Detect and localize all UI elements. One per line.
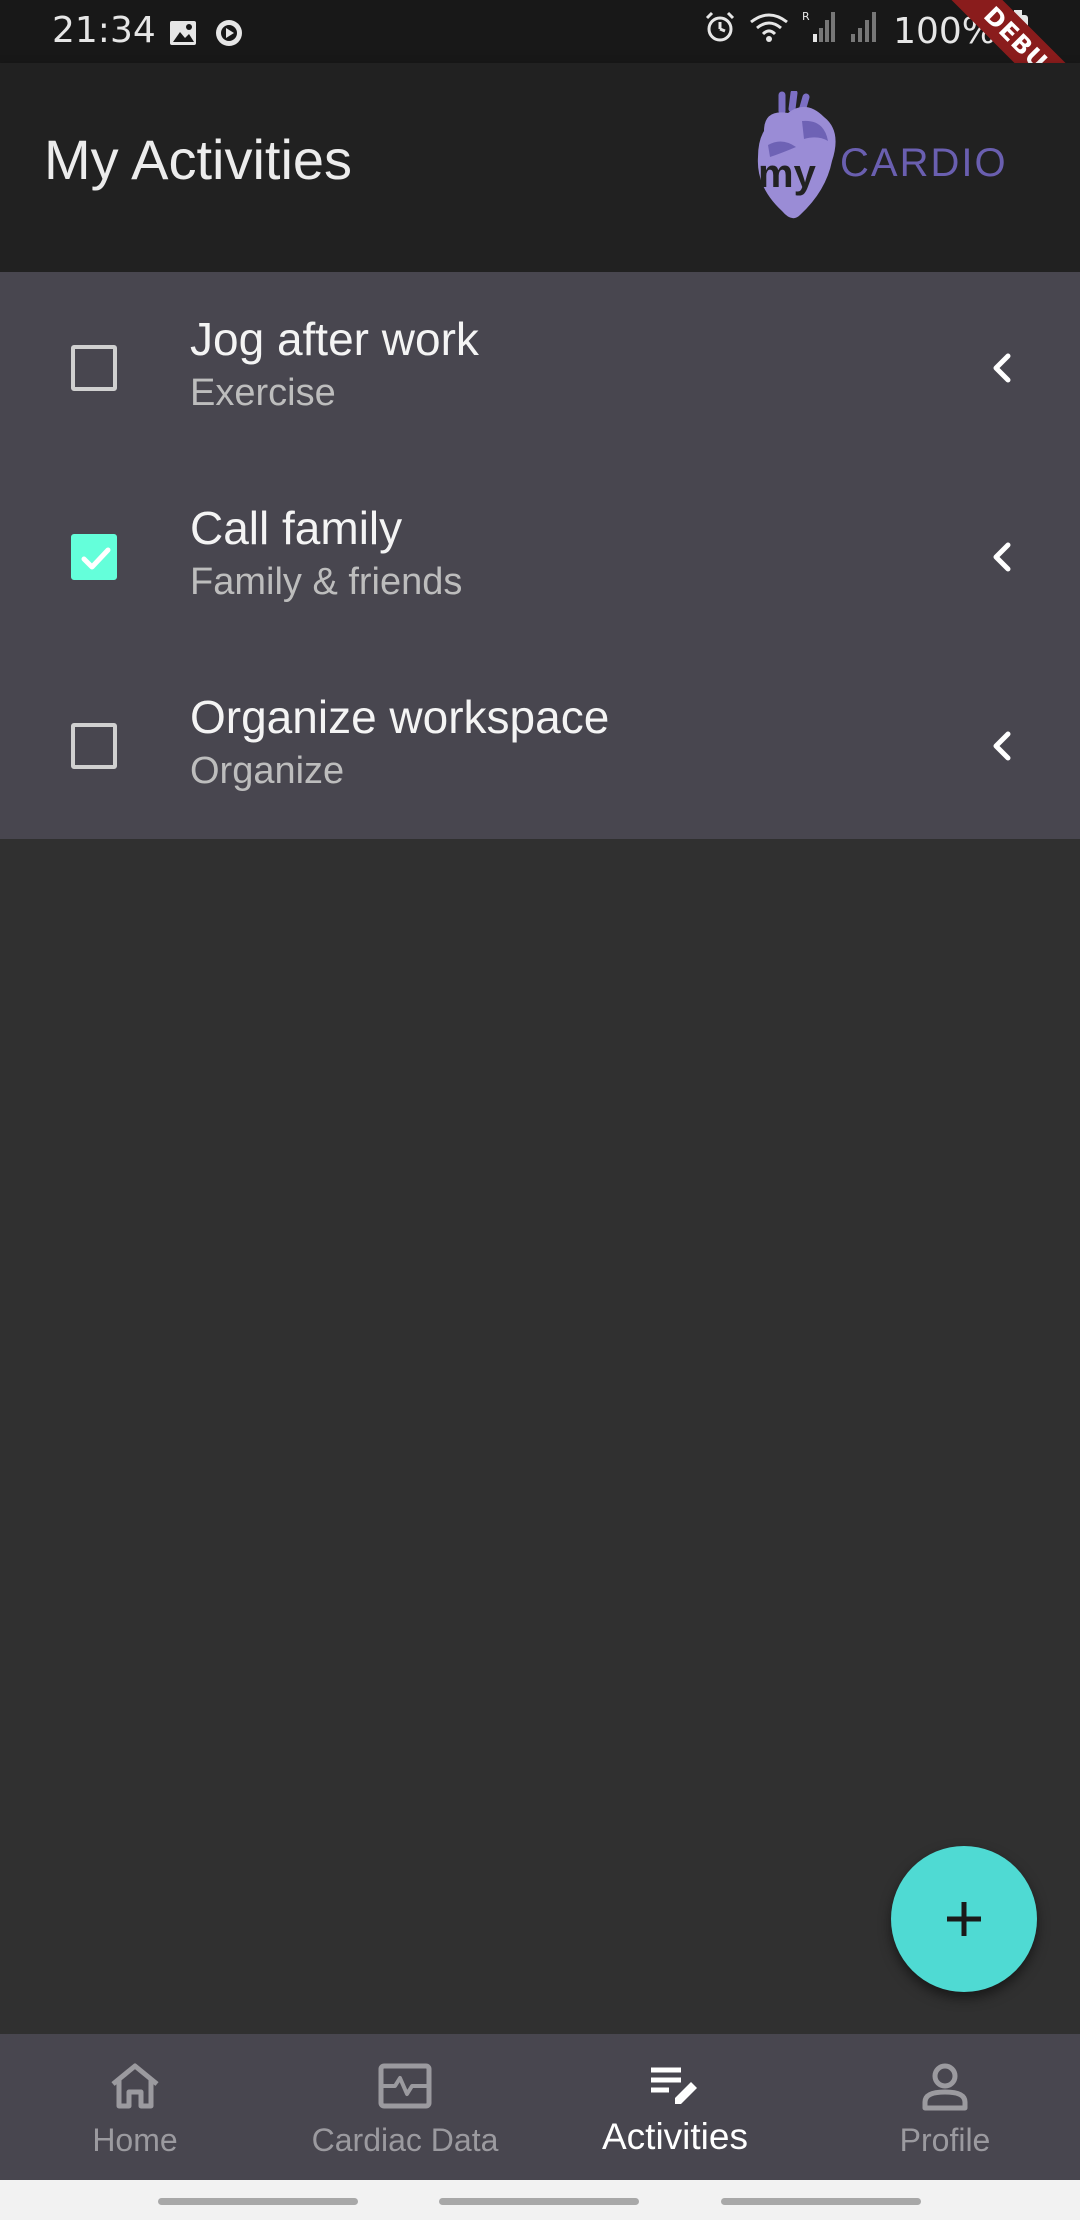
activity-checkbox[interactable] <box>71 345 117 391</box>
activity-category: Exercise <box>190 372 336 414</box>
person-icon <box>922 2063 968 2111</box>
status-notification-icons <box>168 16 244 57</box>
activity-checkbox[interactable] <box>71 534 117 580</box>
gesture-pill[interactable] <box>158 2198 358 2205</box>
wifi-icon <box>749 10 789 53</box>
chevron-left-icon[interactable] <box>982 537 1022 577</box>
app-bar: My Activities my CARDIO <box>0 63 1080 272</box>
add-activity-button[interactable] <box>891 1846 1037 1992</box>
status-time: 21:34 <box>52 10 156 51</box>
status-bar: 21:34 R 100% DEBUG <box>0 0 1080 141</box>
home-icon <box>111 2063 159 2109</box>
logo-name: CARDIO <box>840 141 1008 185</box>
nav-label-home: Home <box>92 2122 178 2158</box>
nav-label-cardiac-data: Cardiac Data <box>311 2122 499 2158</box>
check-icon <box>81 547 111 570</box>
heart-logo-icon: my <box>757 91 836 219</box>
alarm-icon <box>703 10 737 53</box>
logo-prefix: my <box>758 152 817 196</box>
bottom-navigation: Home Cardiac Data Activities Profile <box>0 2034 1080 2180</box>
gesture-pill[interactable] <box>439 2198 639 2205</box>
nav-label-activities: Activities <box>602 2116 748 2157</box>
nav-item-cardiac-data[interactable]: Cardiac Data <box>270 2034 540 2180</box>
activity-item[interactable]: Call family Family & friends <box>0 461 1080 650</box>
chevron-left-icon[interactable] <box>982 348 1022 388</box>
svg-text:R: R <box>802 10 810 23</box>
chevron-left-icon[interactable] <box>982 726 1022 766</box>
activity-title: Call family <box>190 502 403 554</box>
activity-list: Jog after work Exercise Call family Fami… <box>0 272 1080 839</box>
page-title: My Activities <box>44 128 353 191</box>
activity-category: Family & friends <box>190 561 463 603</box>
activity-category: Organize <box>190 750 345 792</box>
signal-icon <box>847 10 881 53</box>
signal-roaming-icon: R <box>801 10 836 53</box>
activity-item[interactable]: Jog after work Exercise <box>0 272 1080 461</box>
media-notification-icon <box>214 16 244 57</box>
activity-title: Organize workspace <box>190 691 610 743</box>
system-navigation-bar <box>0 2180 1080 2220</box>
activity-checkbox[interactable] <box>71 723 117 769</box>
cardiac-monitor-icon <box>378 2063 432 2109</box>
activity-title: Jog after work <box>190 313 479 365</box>
notes-edit-icon <box>651 2067 697 2104</box>
gesture-pill[interactable] <box>721 2198 921 2205</box>
nav-item-home[interactable]: Home <box>0 2034 270 2180</box>
nav-label-profile: Profile <box>899 2122 991 2158</box>
screen: 21:34 R 100% DEBUG My Activities my CARD… <box>0 0 1080 2220</box>
image-notification-icon <box>168 16 198 57</box>
nav-item-profile[interactable]: Profile <box>810 2034 1080 2180</box>
plus-icon <box>947 1902 981 1936</box>
my-cardio-logo: my CARDIO <box>752 91 1022 221</box>
activity-item[interactable]: Organize workspace Organize <box>0 650 1080 839</box>
nav-item-activities[interactable]: Activities <box>540 2034 810 2180</box>
